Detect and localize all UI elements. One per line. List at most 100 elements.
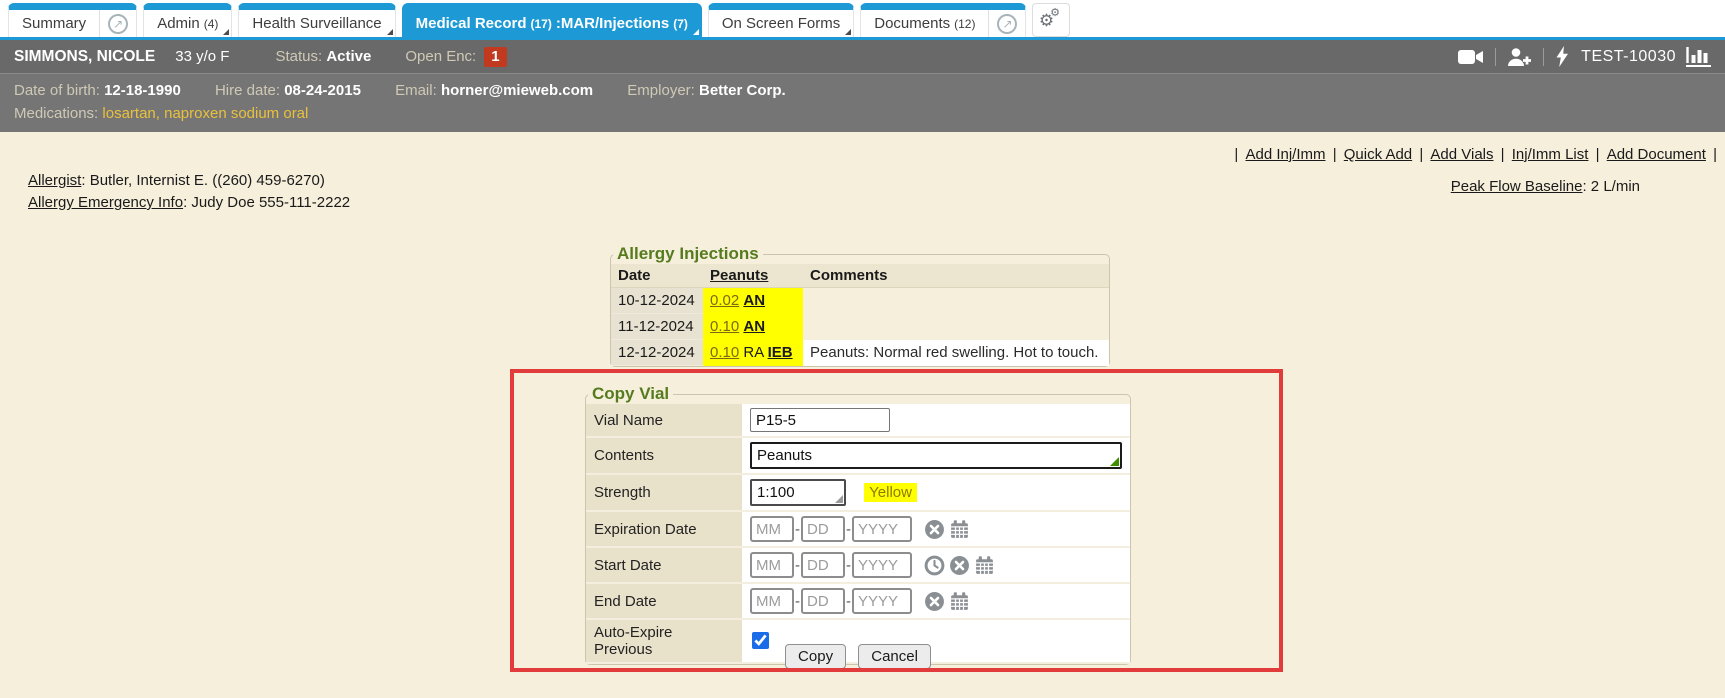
expiration-month-input[interactable]	[750, 516, 794, 542]
table-row: 12-12-2024 0.10 RA IEB Peanuts: Normal r…	[611, 340, 1109, 366]
main-content: | Add Inj/Imm | Quick Add | Add Vials | …	[0, 132, 1725, 698]
lightning-bolt-icon[interactable]	[1555, 46, 1569, 67]
allergy-emergency-info-value: : Judy Doe 555-111-2222	[183, 194, 350, 211]
clear-date-icon[interactable]	[924, 519, 945, 540]
tab-health-surveillance-label: Health Surveillance	[252, 15, 381, 32]
cancel-button[interactable]: Cancel	[858, 644, 931, 669]
peak-flow-baseline-link[interactable]: Peak Flow Baseline	[1451, 178, 1583, 195]
status-label: Status:	[275, 48, 322, 65]
link-separator: |	[1333, 146, 1337, 163]
end-month-input[interactable]	[750, 588, 794, 614]
action-links: | Add Inj/Imm | Quick Add | Add Vials | …	[1234, 146, 1717, 163]
dropdown-corner-icon	[693, 29, 699, 35]
dose-link[interactable]: 0.10	[710, 344, 739, 361]
copy-vial-form: Vial Name Contents Strength	[586, 404, 1130, 664]
video-camera-icon[interactable]	[1458, 48, 1484, 66]
email-label: Email:	[395, 82, 437, 99]
link-separator: |	[1419, 146, 1423, 163]
allergy-injections-table: Date Peanuts Comments 10-12-2024 0.02 AN…	[611, 264, 1109, 366]
tab-admin-label: Admin	[157, 15, 200, 32]
bar-chart-icon[interactable]	[1686, 47, 1711, 67]
expiration-day-input[interactable]	[801, 516, 845, 542]
tab-on-screen-forms[interactable]: On Screen Forms	[708, 3, 854, 37]
dropdown-corner-icon	[387, 29, 393, 35]
main-tab-bar: Summary ↗ Admin (4) Health Surveillance …	[0, 0, 1725, 40]
tab-on-screen-forms-label: On Screen Forms	[722, 15, 840, 32]
summary-popout-button[interactable]: ↗	[99, 10, 136, 37]
injection-date: 12-12-2024	[611, 340, 703, 366]
medication-link-losartan[interactable]: losartan	[102, 105, 155, 122]
documents-popout-button[interactable]: ↗	[988, 10, 1025, 37]
vial-name-input[interactable]	[750, 408, 890, 432]
date-separator: -	[795, 521, 800, 538]
column-header-peanuts-link[interactable]: Peanuts	[710, 267, 768, 284]
tab-documents-count: (12)	[954, 17, 975, 31]
start-year-input[interactable]	[852, 552, 912, 578]
dropdown-corner-icon	[223, 29, 229, 35]
tab-summary-label: Summary	[22, 15, 86, 32]
settings-button[interactable]: ⚙⚙	[1032, 3, 1070, 37]
peak-flow-baseline-value: : 2 L/min	[1582, 178, 1640, 195]
medication-link-naproxen[interactable]: naproxen sodium oral	[164, 105, 308, 122]
status-value: Active	[326, 48, 371, 65]
strength-color-tag: Yellow	[864, 483, 917, 502]
strength-label: Strength	[586, 474, 742, 511]
tab-admin-count: (4)	[204, 17, 219, 31]
tab-admin[interactable]: Admin (4)	[143, 3, 232, 37]
patient-age-sex: 33 y/o F	[175, 48, 229, 65]
injection-comment	[803, 314, 1109, 340]
end-year-input[interactable]	[852, 588, 912, 614]
start-month-input[interactable]	[750, 552, 794, 578]
add-vials-link[interactable]: Add Vials	[1430, 146, 1493, 163]
open-encounter-badge[interactable]: 1	[484, 47, 506, 67]
patient-name: SIMMONS, NICOLE	[14, 48, 155, 66]
copy-vial-buttons: Copy Cancel	[585, 644, 1131, 669]
email-value: horner@mieweb.com	[441, 82, 593, 99]
tab-documents-label: Documents	[874, 15, 950, 32]
allergist-link[interactable]: Allergist	[28, 172, 81, 189]
dose-link[interactable]: 0.10	[710, 318, 739, 335]
peak-flow-baseline: Peak Flow Baseline: 2 L/min	[1451, 178, 1640, 195]
inj-imm-list-link[interactable]: Inj/Imm List	[1512, 146, 1589, 163]
calendar-icon[interactable]	[974, 555, 995, 576]
dob-value: 12-18-1990	[104, 82, 181, 99]
clock-icon[interactable]	[924, 555, 945, 576]
tab-documents[interactable]: Documents (12) ↗	[860, 3, 1026, 37]
add-document-link[interactable]: Add Document	[1607, 146, 1706, 163]
date-separator: -	[795, 593, 800, 610]
reaction-code-link[interactable]: AN	[743, 318, 765, 335]
add-inj-imm-link[interactable]: Add Inj/Imm	[1245, 146, 1325, 163]
resize-handle-icon[interactable]	[1110, 457, 1119, 466]
open-enc-label: Open Enc:	[405, 48, 476, 65]
calendar-icon[interactable]	[949, 591, 970, 612]
clear-date-icon[interactable]	[949, 555, 970, 576]
expiration-year-input[interactable]	[852, 516, 912, 542]
reaction-code-link[interactable]: IEB	[768, 344, 793, 361]
strength-input[interactable]	[750, 479, 846, 506]
quick-add-link[interactable]: Quick Add	[1344, 146, 1412, 163]
reaction-code-link[interactable]: AN	[743, 292, 765, 309]
tab-medical-record[interactable]: Medical Record (17):MAR/Injections (7)	[402, 3, 702, 37]
end-date-label: End Date	[586, 583, 742, 619]
allergy-injections-panel: Allergy Injections Date Peanuts Comments…	[610, 244, 1110, 367]
end-day-input[interactable]	[801, 588, 845, 614]
contents-input[interactable]	[750, 442, 1122, 469]
tab-health-surveillance[interactable]: Health Surveillance	[238, 3, 395, 37]
patient-info-bar: Date of birth: 12-18-1990 Hire date: 08-…	[0, 73, 1725, 132]
form-row-start-date: Start Date --	[586, 547, 1130, 583]
tab-medical-record-label: Medical Record	[416, 15, 527, 32]
start-day-input[interactable]	[801, 552, 845, 578]
allergy-emergency-info-link[interactable]: Allergy Emergency Info	[28, 194, 183, 211]
calendar-icon[interactable]	[949, 519, 970, 540]
copy-vial-legend: Copy Vial	[588, 384, 673, 404]
resize-handle-icon[interactable]	[835, 495, 843, 503]
tab-summary[interactable]: Summary ↗	[8, 3, 137, 37]
medications-label: Medications:	[14, 105, 98, 122]
dose-link[interactable]: 0.02	[710, 292, 739, 309]
add-user-icon[interactable]	[1507, 47, 1532, 67]
clear-date-icon[interactable]	[924, 591, 945, 612]
tab-medical-record-sublabel: :MAR/Injections	[556, 15, 669, 32]
copy-button[interactable]: Copy	[785, 644, 846, 669]
medication-separator: ,	[156, 105, 160, 122]
tab-medical-record-count: (17)	[531, 17, 552, 31]
